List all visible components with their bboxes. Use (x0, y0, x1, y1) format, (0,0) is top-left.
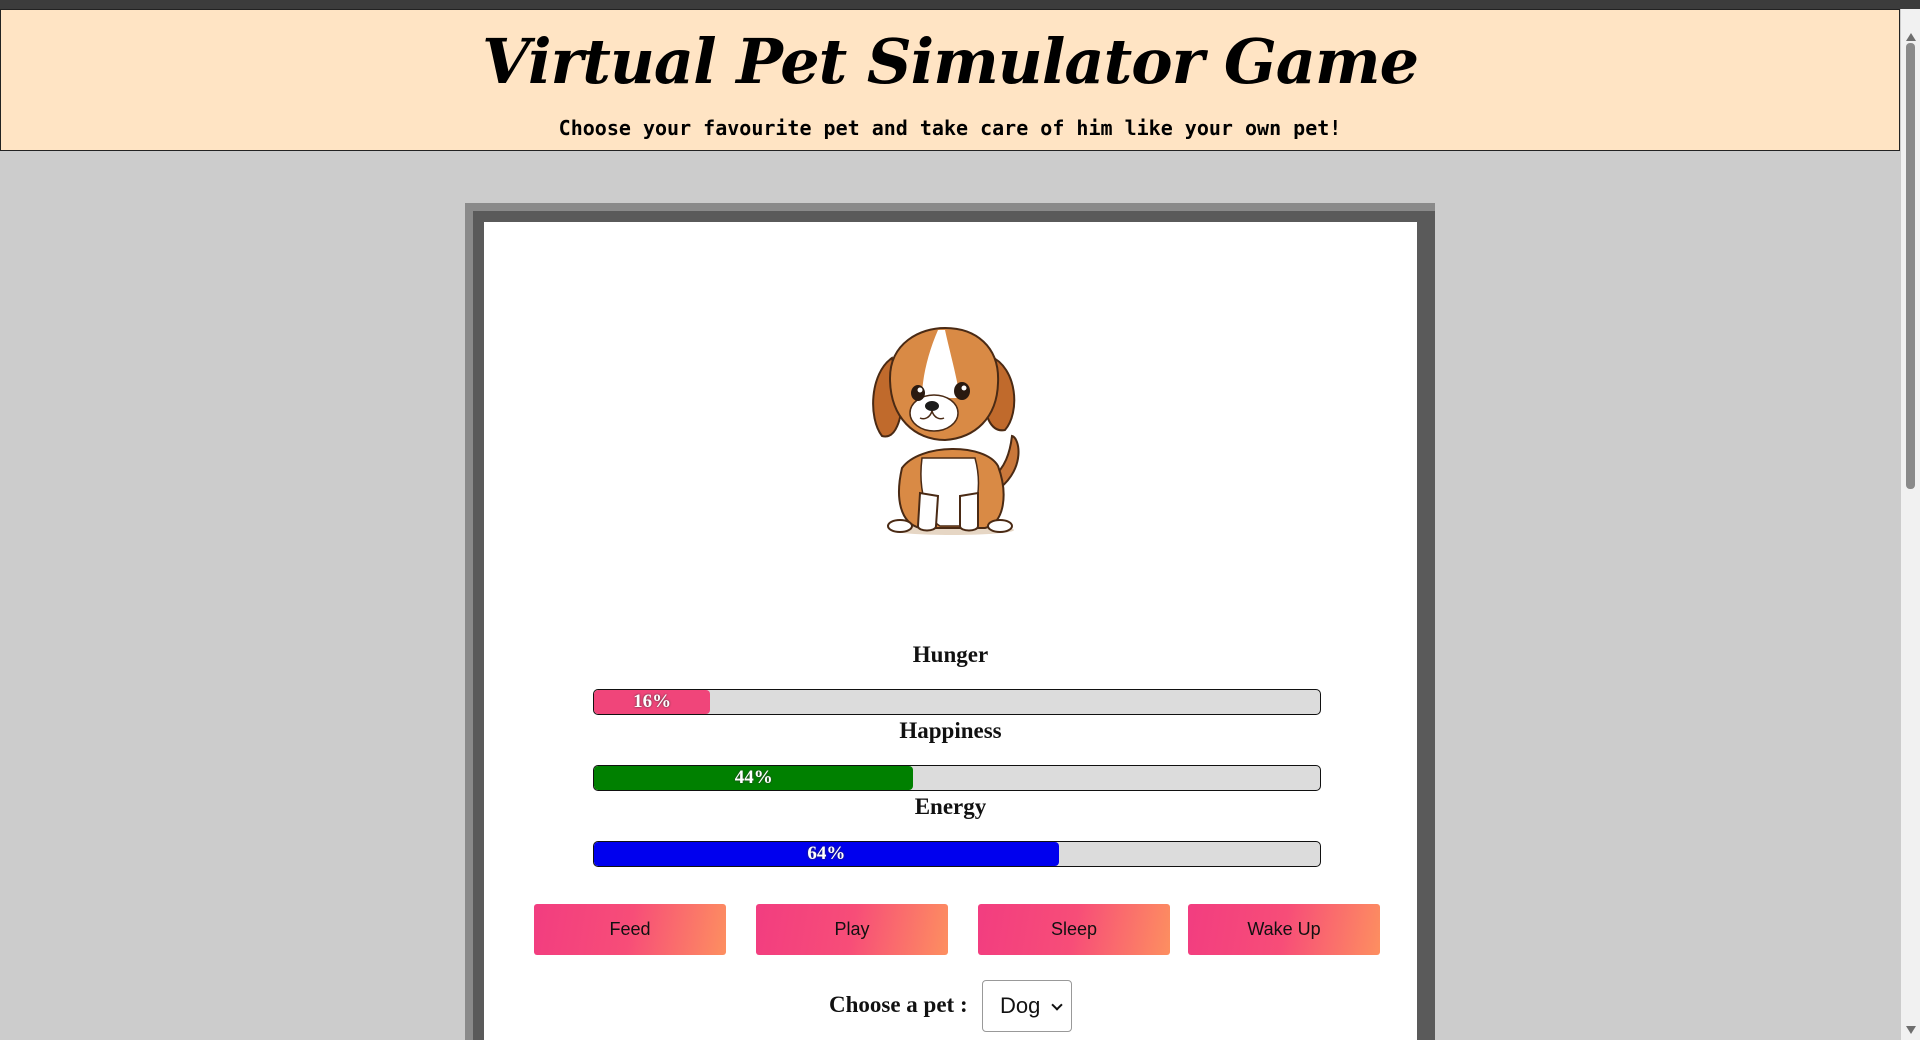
happiness-bar-fill: 44% (594, 766, 914, 790)
wake-up-button[interactable]: Wake Up (1188, 904, 1380, 955)
hunger-label: Hunger (912, 642, 989, 667)
browser-top-edge (0, 0, 1920, 9)
pet-card: Hunger 16% Happiness 44% Energy 64% Feed… (484, 222, 1417, 1040)
page-scrollbar[interactable] (1901, 9, 1920, 1040)
feed-button[interactable]: Feed (534, 904, 726, 955)
page-subtitle: Choose your favourite pet and take care … (558, 116, 1342, 140)
play-button[interactable]: Play (756, 904, 948, 955)
energy-bar-fill: 64% (594, 842, 1059, 866)
hunger-bar-fill: 16% (594, 690, 711, 714)
sleep-button[interactable]: Sleep (978, 904, 1170, 955)
pet-select[interactable]: Dog (982, 980, 1072, 1032)
chevron-down-icon (1051, 999, 1063, 1011)
happiness-bar: 44% (593, 765, 1321, 791)
scroll-thumb[interactable] (1906, 43, 1915, 489)
puppy-icon (872, 326, 1020, 535)
choose-pet-label: Choose a pet : (829, 992, 968, 1017)
page-title: Virtual Pet Simulator Game (481, 25, 1419, 98)
energy-bar: 64% (593, 841, 1321, 867)
scroll-up-icon[interactable] (1906, 33, 1916, 41)
hunger-bar: 16% (593, 689, 1321, 715)
page-header: Virtual Pet Simulator Game Choose your f… (0, 9, 1900, 151)
scroll-down-icon[interactable] (1906, 1026, 1916, 1034)
happiness-label: Happiness (899, 718, 1002, 743)
energy-label: Energy (914, 794, 987, 819)
pet-select-value: Dog (1000, 993, 1041, 1018)
